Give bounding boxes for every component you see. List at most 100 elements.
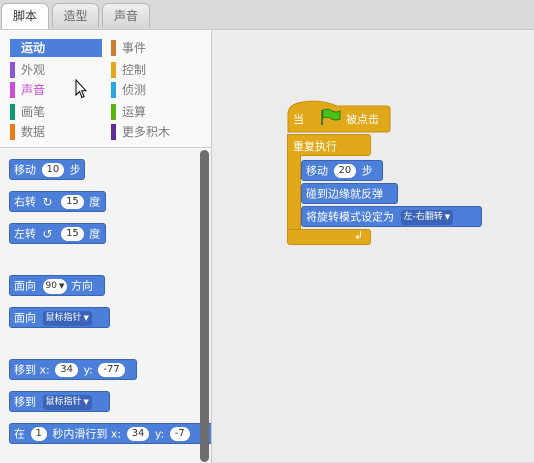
category-label: 侦测 <box>122 83 147 97</box>
block-label: y: <box>154 427 165 441</box>
turn-left-block[interactable]: 左转 ↺ 15 度 <box>9 223 106 244</box>
turn-right-block[interactable]: 右转 ↻ 15 度 <box>9 191 106 212</box>
rotate-counterclockwise-icon: ↺ <box>42 226 53 241</box>
target-dropdown[interactable]: 鼠标指针 ▼ <box>42 310 92 326</box>
block-label: 右转 <box>14 195 36 209</box>
block-label: 度 <box>89 195 101 209</box>
dropdown-value: 鼠标指针 <box>45 396 82 407</box>
category-label: 事件 <box>122 41 147 55</box>
block-label: 面向 <box>14 279 36 293</box>
palette-scrollbar[interactable] <box>200 150 209 462</box>
category-sound[interactable]: 声音 <box>10 81 102 99</box>
category-data[interactable]: 数据 <box>10 123 102 141</box>
forever-block-foot: ↲ <box>287 229 371 245</box>
category-label: 运算 <box>122 105 147 119</box>
direction-dropdown[interactable]: 90 ▼ <box>42 278 68 294</box>
tab-sounds[interactable]: 声音 <box>102 3 150 28</box>
category-color-bar <box>111 104 116 120</box>
point-towards-block[interactable]: 面向 鼠标指针 ▼ <box>9 307 110 328</box>
category-color-bar <box>10 124 15 140</box>
tab-scripts[interactable]: 脚本 <box>1 3 49 30</box>
move-steps-block[interactable]: 移动 20 步 <box>301 160 383 181</box>
category-label: 更多积木 <box>122 125 171 139</box>
category-label: 画笔 <box>21 105 46 119</box>
category-operators[interactable]: 运算 <box>111 103 203 121</box>
loop-arrow-icon: ↲ <box>354 229 364 242</box>
scratch-editor: 脚本 造型 声音 运动 外观 声音 画笔 数据 事件 控制 侦测 运算 更多积木… <box>0 0 534 463</box>
script-area[interactable]: 当 被点击 重复执行 ↲ 移动 20 步 碰到边缘就反弹 将旋转模式设定为 左-… <box>212 29 534 462</box>
x-input[interactable]: 34 <box>126 427 150 441</box>
steps-input[interactable]: 20 <box>333 164 357 178</box>
category-label: 数据 <box>21 125 46 139</box>
category-color-bar <box>111 62 116 78</box>
go-to-block[interactable]: 移到 鼠标指针 ▼ <box>9 391 110 412</box>
category-events[interactable]: 事件 <box>111 39 203 57</box>
dropdown-arrow-icon: ▼ <box>83 397 89 406</box>
category-control[interactable]: 控制 <box>111 61 203 79</box>
tab-bar: 脚本 造型 声音 <box>0 0 212 30</box>
target-dropdown[interactable]: 鼠标指针 ▼ <box>42 394 92 410</box>
block-label: 左转 <box>14 227 36 241</box>
bounce-on-edge-block[interactable]: 碰到边缘就反弹 <box>301 183 398 204</box>
block-label: 度 <box>89 227 101 241</box>
category-color-bar <box>10 62 15 78</box>
category-list: 运动 外观 声音 画笔 数据 事件 控制 侦测 运算 更多积木 <box>0 30 211 148</box>
degrees-input[interactable]: 15 <box>61 195 84 209</box>
dropdown-value: 鼠标指针 <box>45 312 82 323</box>
category-motion[interactable]: 运动 <box>10 39 102 57</box>
point-in-direction-block[interactable]: 面向 90 ▼ 方向 <box>9 275 105 296</box>
set-rotation-style-block[interactable]: 将旋转模式设定为 左-右翻转 ▼ <box>301 206 482 227</box>
forever-block-arm <box>287 155 301 231</box>
block-label: 当 <box>293 113 304 126</box>
forever-block[interactable]: 重复执行 <box>287 134 371 156</box>
dropdown-value: 左-右翻转 <box>403 211 443 222</box>
block-label: 步 <box>69 163 81 177</box>
x-input[interactable]: 34 <box>55 363 78 377</box>
category-color-bar <box>10 104 15 120</box>
category-label: 外观 <box>21 63 46 77</box>
block-label: 碰到边缘就反弹 <box>306 187 383 201</box>
block-palette: 移动 10 步 右转 ↻ 15 度 左转 ↺ 15 度 面向 90 ▼ 方向 面… <box>0 148 211 463</box>
block-label: 在 <box>14 427 25 441</box>
blocks-panel: 运动 外观 声音 画笔 数据 事件 控制 侦测 运算 更多积木 移动 10 步 … <box>0 29 212 463</box>
category-sensing[interactable]: 侦测 <box>111 81 203 99</box>
block-label: 将旋转模式设定为 <box>306 210 394 224</box>
mouse-cursor-icon <box>75 79 87 99</box>
degrees-input[interactable]: 15 <box>61 227 84 241</box>
green-flag-icon <box>321 108 341 125</box>
category-looks[interactable]: 外观 <box>10 61 102 79</box>
steps-input[interactable]: 10 <box>41 163 65 177</box>
category-label: 运动 <box>21 41 46 55</box>
when-flag-clicked-block[interactable]: 当 被点击 <box>287 98 391 133</box>
block-label: 面向 <box>14 311 36 325</box>
glide-block[interactable]: 在 1 秒内滑行到 x: 34 y: -7 <box>9 423 211 444</box>
category-pen[interactable]: 画笔 <box>10 103 102 121</box>
category-label: 控制 <box>122 63 147 77</box>
block-label: 秒内滑行到 x: <box>52 427 122 441</box>
y-input[interactable]: -7 <box>169 427 190 441</box>
category-label: 声音 <box>21 83 46 97</box>
dropdown-arrow-icon: ▼ <box>444 212 451 221</box>
category-more-blocks[interactable]: 更多积木 <box>111 123 203 141</box>
dropdown-arrow-icon: ▼ <box>83 313 89 322</box>
block-label: 移到 x: <box>14 363 50 377</box>
move-steps-block[interactable]: 移动 10 步 <box>9 159 85 180</box>
block-label: y: <box>83 363 93 377</box>
dropdown-value: 90 <box>45 280 57 291</box>
seconds-input[interactable]: 1 <box>30 427 47 441</box>
block-label: 移动 <box>14 163 36 177</box>
block-label: 被点击 <box>346 113 379 126</box>
category-color-bar <box>10 82 15 98</box>
block-label: 重复执行 <box>293 140 337 153</box>
tab-costumes[interactable]: 造型 <box>52 3 99 28</box>
category-color-bar <box>111 82 116 98</box>
category-color-bar <box>111 124 116 140</box>
block-label: 方向 <box>70 279 93 293</box>
category-color-bar <box>111 40 116 56</box>
y-input[interactable]: -77 <box>98 363 125 377</box>
block-label: 移动 <box>306 164 328 178</box>
go-to-xy-block[interactable]: 移到 x: 34 y: -77 <box>9 359 137 380</box>
rotation-style-dropdown[interactable]: 左-右翻转 ▼ <box>400 209 454 225</box>
dropdown-arrow-icon: ▼ <box>58 281 65 290</box>
block-label: 步 <box>361 164 373 178</box>
